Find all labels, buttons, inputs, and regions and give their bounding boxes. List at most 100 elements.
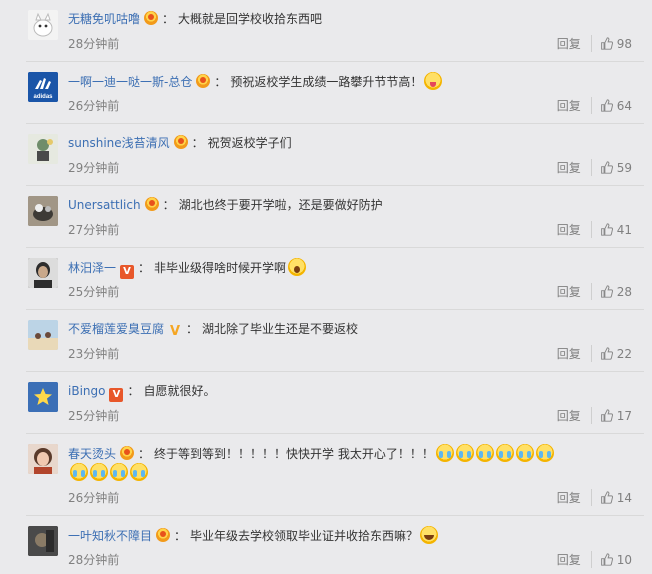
surprised-emoji-icon bbox=[288, 258, 307, 276]
reply-button[interactable]: 回复 bbox=[557, 35, 592, 52]
comment-text: 自愿就很好。 bbox=[143, 384, 216, 398]
like-count: 14 bbox=[616, 490, 632, 505]
reply-button[interactable]: 回复 bbox=[557, 159, 592, 176]
thumbs-up-icon bbox=[600, 491, 613, 504]
thumbs-up-icon bbox=[600, 553, 613, 566]
avatar[interactable] bbox=[28, 382, 58, 412]
avatar[interactable]: adidas bbox=[28, 72, 58, 102]
like-button[interactable]: 28 bbox=[592, 285, 632, 299]
colon: ： bbox=[138, 261, 151, 275]
comment-time: 28分钟前 bbox=[68, 553, 120, 567]
member-crown-icon bbox=[144, 197, 159, 211]
comment-username[interactable]: 春天烫头 bbox=[68, 447, 116, 461]
member-crown-icon bbox=[173, 135, 188, 149]
like-count: 28 bbox=[616, 284, 632, 299]
colon: ： bbox=[162, 12, 175, 26]
comment-list: 无糖免叽咕噜：大概就是回学校收拾东西吧 28分钟前 回复 98 adidas 一… bbox=[0, 0, 652, 574]
reply-button[interactable]: 回复 bbox=[557, 283, 592, 300]
crying-emoji-icon bbox=[475, 444, 494, 462]
like-button[interactable]: 17 bbox=[592, 409, 632, 423]
comment-username[interactable]: iBingo bbox=[68, 384, 105, 398]
thumbs-up-icon bbox=[600, 99, 613, 112]
comment-item: 春天烫头 ：终于等到等到！！！！！快快开学 我太开心了！！！ 26分钟前 回复 1… bbox=[0, 434, 652, 516]
comment-item: 一叶知秋不障目 ：毕业年级去学校领取毕业证并收拾东西嘛？ 28分钟前 回复 10 bbox=[0, 516, 652, 574]
comment-username[interactable]: 一叶知秋不障目 bbox=[68, 529, 152, 543]
avatar[interactable] bbox=[28, 258, 58, 288]
comment-item: iBingo V：自愿就很好。 25分钟前 回复 17 bbox=[0, 372, 652, 434]
comment-time: 23分钟前 bbox=[68, 347, 120, 361]
reply-button[interactable]: 回复 bbox=[557, 489, 592, 506]
comment-time: 25分钟前 bbox=[68, 285, 120, 299]
colon: ： bbox=[214, 75, 227, 89]
colon: ： bbox=[138, 447, 151, 461]
like-button[interactable]: 64 bbox=[592, 99, 632, 113]
comment-time: 26分钟前 bbox=[68, 491, 120, 505]
avatar[interactable] bbox=[28, 444, 58, 474]
verified-v-icon: V bbox=[120, 265, 135, 279]
comment-time: 26分钟前 bbox=[68, 99, 120, 113]
comment-item: Unersattlich：湖北也终于要开学啦，还是要做好防护 27分钟前 回复 … bbox=[0, 186, 652, 248]
member-crown-icon bbox=[120, 446, 135, 460]
comment-time: 27分钟前 bbox=[68, 223, 120, 237]
like-count: 64 bbox=[616, 98, 632, 113]
comment-username[interactable]: 无糖免叽咕噜 bbox=[68, 12, 140, 26]
colon: ： bbox=[174, 529, 187, 543]
thumbs-up-icon bbox=[600, 223, 613, 236]
like-button[interactable]: 41 bbox=[592, 223, 632, 237]
tongue-emoji-icon bbox=[424, 72, 443, 90]
colon: ： bbox=[186, 322, 199, 336]
comment-text: 湖北除了毕业生还是不要返校 bbox=[202, 322, 359, 336]
comment-item: 林汨泽一 V：非毕业级得啥时候开学啊 25分钟前 回复 28 bbox=[0, 248, 652, 310]
like-button[interactable]: 14 bbox=[592, 491, 632, 505]
reply-button[interactable]: 回复 bbox=[557, 345, 592, 362]
reply-button[interactable]: 回复 bbox=[557, 221, 592, 238]
thumbs-up-icon bbox=[600, 285, 613, 298]
reply-button[interactable]: 回复 bbox=[557, 551, 592, 568]
like-count: 41 bbox=[616, 222, 632, 237]
avatar[interactable] bbox=[28, 526, 58, 556]
member-crown-icon bbox=[144, 11, 159, 25]
comment-item: sunshine浅苔清风 ：祝贺返校学子们 29分钟前 回复 59 bbox=[0, 124, 652, 186]
comment-text: 祝贺返校学子们 bbox=[207, 136, 292, 150]
crying-emoji-icon bbox=[130, 463, 148, 481]
laughing-emoji-icon bbox=[420, 526, 439, 544]
reply-button[interactable]: 回复 bbox=[557, 97, 592, 114]
comment-username[interactable]: Unersattlich bbox=[68, 198, 141, 212]
colon: ： bbox=[162, 198, 175, 212]
comment-username[interactable]: sunshine浅苔清风 bbox=[68, 136, 170, 150]
like-count: 17 bbox=[616, 408, 632, 423]
thumbs-up-icon bbox=[600, 409, 613, 422]
comment-text: 湖北也终于要开学啦，还是要做好防护 bbox=[178, 198, 383, 212]
reply-button[interactable]: 回复 bbox=[557, 407, 592, 424]
comment-time: 29分钟前 bbox=[68, 161, 120, 175]
avatar[interactable] bbox=[28, 196, 58, 226]
crying-emoji-icon bbox=[495, 444, 514, 462]
avatar[interactable] bbox=[28, 320, 58, 350]
comment-item: 无糖免叽咕噜 ：大概就是回学校收拾东西吧 28分钟前 回复 98 bbox=[0, 0, 652, 62]
like-button[interactable]: 98 bbox=[592, 37, 632, 51]
avatar[interactable] bbox=[28, 134, 58, 164]
comment-item: 不爱榴莲爱臭豆腐 V ：湖北除了毕业生还是不要返校 23分钟前 回复 22 bbox=[0, 310, 652, 372]
like-count: 22 bbox=[616, 346, 632, 361]
thumbs-up-icon bbox=[600, 37, 613, 50]
crying-emoji-icon bbox=[110, 463, 128, 481]
verified-v-icon: V bbox=[109, 388, 124, 402]
comment-username[interactable]: 林汨泽一 bbox=[68, 261, 116, 275]
comment-username[interactable]: 不爱榴莲爱臭豆腐 bbox=[68, 322, 164, 336]
comment-text: 毕业年级去学校领取毕业证并收拾东西嘛？ bbox=[190, 529, 419, 543]
avatar[interactable] bbox=[28, 10, 58, 40]
crying-emoji-icon bbox=[535, 444, 554, 462]
comment-text: 大概就是回学校收拾东西吧 bbox=[178, 12, 323, 26]
thumbs-up-icon bbox=[600, 347, 613, 360]
member-crown-icon bbox=[156, 528, 171, 542]
like-button[interactable]: 10 bbox=[592, 553, 632, 567]
like-count: 98 bbox=[616, 36, 632, 51]
crying-emoji-icon bbox=[90, 463, 108, 481]
thumbs-up-icon bbox=[600, 161, 613, 174]
comment-text: 非毕业级得啥时候开学啊 bbox=[154, 261, 287, 275]
like-button[interactable]: 22 bbox=[592, 347, 632, 361]
comment-username[interactable]: 一啊一迪一哒一斯-总仓 bbox=[68, 75, 192, 89]
comment-text: 终于等到等到！！！！！快快开学 我太开心了！！！ bbox=[154, 447, 434, 461]
like-count: 59 bbox=[616, 160, 632, 175]
like-button[interactable]: 59 bbox=[592, 161, 632, 175]
